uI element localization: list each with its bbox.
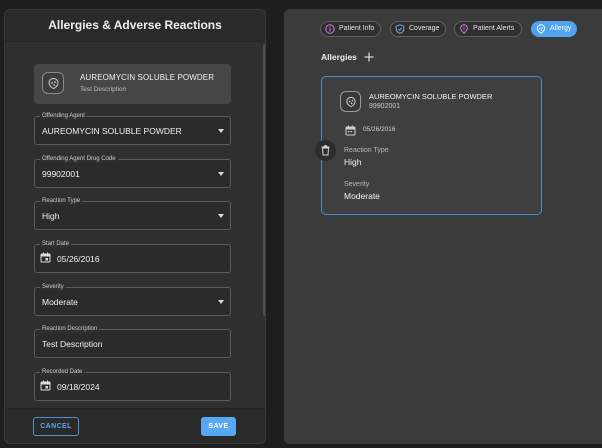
caret-down-icon xyxy=(218,129,224,133)
field-label: Start Date xyxy=(40,240,72,248)
field-value: Moderate xyxy=(42,297,78,307)
card-drug-code: 99902001 xyxy=(369,103,401,110)
allergy-card[interactable]: AUREOMYCIN SOLUBLE POWDER 99902001 05/26… xyxy=(321,76,542,215)
field-label: Recorded Date xyxy=(40,368,85,376)
info-icon xyxy=(325,24,335,34)
field-label: Offending Agent Drug Code xyxy=(40,155,118,163)
card-start-date: 05/26/2016 xyxy=(363,126,396,133)
cancel-button[interactable]: CANCEL xyxy=(33,417,79,436)
allergies-heading: Allergies xyxy=(321,52,357,62)
tab-label: Coverage xyxy=(409,25,440,32)
card-severity-label: Severity xyxy=(344,181,370,188)
recorded-date-field[interactable]: Recorded Date 09/18/2024 xyxy=(34,368,231,401)
field-value: Test Description xyxy=(42,339,103,349)
field-value: 09/18/2024 xyxy=(57,382,100,392)
card-reaction-type-label: Reaction Type xyxy=(344,147,389,154)
card-agent-name: AUREOMYCIN SOLUBLE POWDER xyxy=(369,92,493,101)
tab-allergy[interactable]: Allergy xyxy=(531,21,577,37)
field-label: Severity xyxy=(40,283,66,291)
drug-code-select[interactable]: Offending Agent Drug Code 99902001 xyxy=(34,155,231,188)
dialog-header: Allergies & Adverse Reactions xyxy=(5,10,265,42)
calendar-icon[interactable] xyxy=(40,252,51,263)
dialog-title: Allergies & Adverse Reactions xyxy=(48,18,222,32)
field-label: Offending Agent xyxy=(40,112,87,120)
allergy-dialog: Allergies & Adverse Reactions AUREOMYCIN… xyxy=(4,9,266,444)
dialog-footer: CANCEL SAVE xyxy=(5,408,265,443)
save-button[interactable]: SAVE xyxy=(201,417,236,436)
delete-button[interactable] xyxy=(315,140,336,161)
trash-icon xyxy=(321,145,330,156)
card-reaction-type-value: High xyxy=(344,157,362,167)
reaction-type-select[interactable]: Reaction Type High xyxy=(34,197,231,230)
allergy-icon xyxy=(42,72,64,94)
start-date-field[interactable]: Start Date 05/26/2016 xyxy=(34,240,231,273)
tab-label: Patient Alerts xyxy=(473,25,515,32)
severity-select[interactable]: Severity Moderate xyxy=(34,283,231,316)
reaction-description-input[interactable]: Reaction Description Test Description xyxy=(34,325,231,358)
allergy-summary-card: AUREOMYCIN SOLUBLE POWDER Test Descripti… xyxy=(34,64,231,104)
card-severity-value: Moderate xyxy=(344,191,380,201)
add-icon[interactable] xyxy=(364,52,374,62)
allergy-icon xyxy=(340,91,361,112)
field-value: 05/26/2016 xyxy=(57,254,100,264)
calendar-icon xyxy=(345,125,356,136)
caret-down-icon xyxy=(218,214,224,218)
patient-panel: Patient Info Coverage Patient Alerts All… xyxy=(284,9,602,444)
field-label: Reaction Type xyxy=(40,197,83,205)
summary-agent-name: AUREOMYCIN SOLUBLE POWDER xyxy=(80,73,215,82)
caret-down-icon xyxy=(218,300,224,304)
field-value: AUREOMYCIN SOLUBLE POWDER xyxy=(42,126,182,136)
summary-description: Test Description xyxy=(80,86,127,93)
shield-icon xyxy=(395,24,405,34)
caret-down-icon xyxy=(218,172,224,176)
alert-pin-icon xyxy=(460,24,468,34)
field-value: High xyxy=(42,211,60,221)
field-label: Reaction Description xyxy=(40,325,100,333)
allergy-icon xyxy=(536,24,546,34)
tab-patient-alerts[interactable]: Patient Alerts xyxy=(454,21,522,37)
tab-patient-info[interactable]: Patient Info xyxy=(320,21,381,37)
tab-coverage[interactable]: Coverage xyxy=(390,21,446,37)
offending-agent-select[interactable]: Offending Agent AUREOMYCIN SOLUBLE POWDE… xyxy=(34,112,231,145)
tab-label: Patient Info xyxy=(339,25,375,32)
field-value: 99902001 xyxy=(42,169,80,179)
calendar-icon[interactable] xyxy=(40,380,51,391)
tab-label: Allergy xyxy=(550,25,572,32)
dialog-scrollbar[interactable] xyxy=(263,44,265,316)
